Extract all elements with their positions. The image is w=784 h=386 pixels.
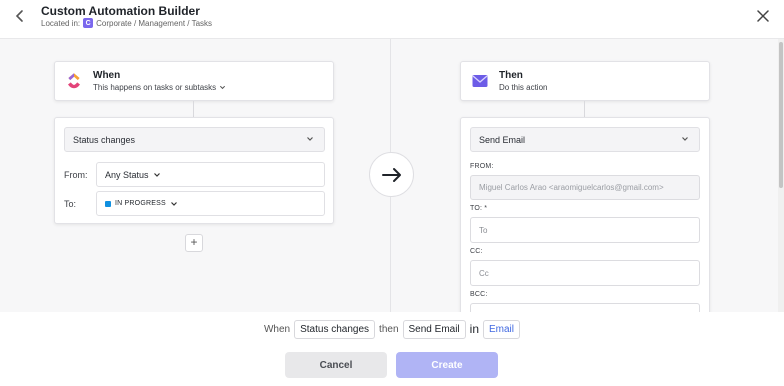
summary-action-chip: Send Email <box>402 319 466 339</box>
trigger-subtitle[interactable]: This happens on tasks or subtasks <box>93 83 226 92</box>
action-connector <box>584 101 585 117</box>
trigger-type-select[interactable]: Status changes <box>64 127 325 152</box>
action-header-card[interactable]: Then Do this action <box>460 61 710 101</box>
chevron-down-icon <box>682 137 688 141</box>
chevron-down-icon <box>220 85 226 90</box>
space-badge: C <box>83 18 94 28</box>
close-icon[interactable] <box>756 9 770 23</box>
trigger-subtitle-text: This happens on tasks or subtasks <box>93 83 217 92</box>
action-title: Then <box>499 70 523 81</box>
flow-arrow <box>369 152 414 197</box>
summary-in: in <box>469 322 479 336</box>
builder-canvas: When This happens on tasks or subtasks S… <box>0 39 778 312</box>
from-status-select[interactable]: Any Status <box>96 162 325 187</box>
chevron-down-icon <box>307 137 313 141</box>
trigger-header-card[interactable]: When This happens on tasks or subtasks <box>54 61 334 101</box>
create-button[interactable]: Create <box>396 352 498 378</box>
email-icon <box>472 75 488 87</box>
trigger-config-card: Status changes From: Any Status To: IN P… <box>54 117 334 224</box>
email-from-label: FROM: <box>470 163 494 170</box>
email-from-field: Miguel Carlos Arao <araomiguelcarlos@gma… <box>470 175 700 200</box>
action-config-card: Send Email FROM: Miguel Carlos Arao <ara… <box>460 117 710 312</box>
summary-then: then <box>379 323 399 335</box>
cancel-button[interactable]: Cancel <box>285 352 387 378</box>
located-prefix: Located in: <box>41 18 81 28</box>
add-condition-button[interactable]: + <box>185 234 203 252</box>
summary-when: When <box>263 323 291 335</box>
trigger-connector <box>193 101 194 117</box>
summary-channel-chip[interactable]: Email <box>483 319 521 339</box>
email-to-field[interactable]: To <box>470 217 700 243</box>
email-bcc-label: BCC: <box>470 291 488 298</box>
chevron-down-icon <box>170 201 177 206</box>
page-title: Custom Automation Builder <box>41 4 200 18</box>
automation-summary: When Status changes then Send Email in E… <box>0 318 784 340</box>
action-subtitle: Do this action <box>499 83 548 92</box>
action-type-select[interactable]: Send Email <box>470 127 700 152</box>
arrow-right-icon <box>381 167 401 182</box>
trigger-title: When <box>93 70 121 81</box>
from-status-value: Any Status <box>105 169 149 180</box>
to-status-select[interactable]: IN PROGRESS <box>96 191 325 216</box>
action-type-value: Send Email <box>479 134 526 145</box>
email-cc-label: CC: <box>470 248 483 255</box>
clickup-logo-icon <box>68 73 80 89</box>
to-label: To: <box>64 199 77 209</box>
to-status-value: IN PROGRESS <box>115 200 166 207</box>
location-path[interactable]: Corporate / Management / Tasks <box>96 19 212 28</box>
location-breadcrumb: Located in: C Corporate / Management / T… <box>41 18 212 28</box>
status-color-swatch <box>105 200 111 207</box>
chevron-left-icon[interactable] <box>12 8 28 24</box>
summary-trigger-chip: Status changes <box>294 319 376 339</box>
scrollbar-thumb[interactable] <box>779 42 783 188</box>
trigger-type-value: Status changes <box>73 134 136 145</box>
chevron-down-icon <box>153 172 160 177</box>
email-cc-field[interactable]: Cc <box>470 260 700 286</box>
email-to-label: TO: * <box>470 205 488 212</box>
from-label: From: <box>64 170 88 180</box>
email-bcc-field[interactable] <box>470 303 700 312</box>
header: Custom Automation Builder Located in: C … <box>0 0 784 39</box>
